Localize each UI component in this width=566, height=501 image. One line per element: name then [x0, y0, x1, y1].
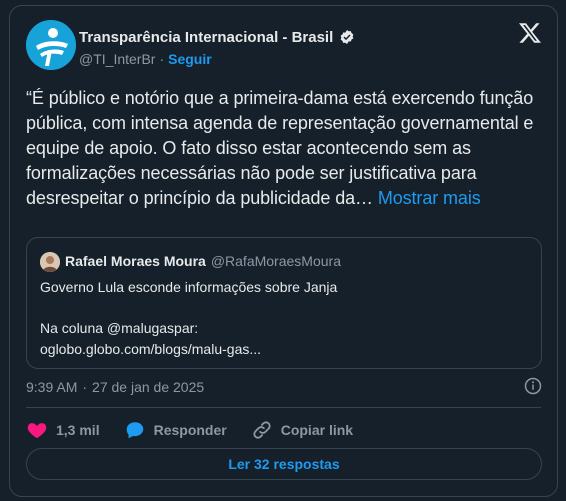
author-handle[interactable]: @TI_InterBr — [79, 51, 155, 67]
like-button[interactable]: 1,3 mil — [26, 419, 100, 441]
embedded-tweet-card[interactable]: Transparência Internacional - Brasil @TI… — [9, 5, 558, 497]
quoted-text-line: Governo Lula esconde informações sobre J… — [40, 279, 338, 295]
tweet-date: 27 de jan de 2025 — [92, 379, 205, 395]
timestamp[interactable]: 9:39 AM · 27 de jan de 2025 — [26, 379, 204, 395]
quoted-link[interactable]: oglobo.globo.com/blogs/malu-gas... — [40, 341, 261, 357]
author-block: Transparência Internacional - Brasil @TI… — [79, 27, 355, 67]
quoted-author-handle: @RafaMoraesMoura — [210, 253, 341, 269]
quoted-text-line: Na coluna @malugaspar: — [40, 320, 199, 336]
reply-label: Responder — [153, 422, 227, 438]
separator-dot: · — [159, 51, 165, 67]
tweet-time: 9:39 AM — [26, 379, 78, 395]
action-bar: 1,3 mil Responder Copiar link — [26, 418, 377, 442]
copy-link-button[interactable]: Copiar link — [251, 419, 353, 441]
reply-button[interactable]: Responder — [124, 419, 227, 441]
link-icon — [253, 421, 271, 439]
tweet-text-block: “É público e notório que a primeira-dama… — [26, 86, 546, 211]
x-logo-icon[interactable] — [518, 21, 542, 45]
quoted-tweet[interactable]: Rafael Moraes Moura @RafaMoraesMoura Gov… — [26, 237, 542, 369]
copy-link-label: Copiar link — [280, 422, 354, 438]
verified-badge-icon — [340, 30, 354, 44]
separator-dot: · — [82, 379, 88, 395]
show-more-link[interactable]: Mostrar mais — [378, 188, 481, 208]
read-replies-button[interactable]: Ler 32 respostas — [26, 448, 542, 480]
quoted-author-name: Rafael Moraes Moura — [65, 253, 206, 269]
reply-bubble-icon — [126, 422, 143, 439]
quoted-author-avatar — [40, 252, 60, 272]
divider — [26, 407, 541, 408]
author-avatar[interactable] — [26, 20, 76, 70]
like-count: 1,3 mil — [56, 422, 100, 438]
info-icon[interactable] — [524, 377, 542, 395]
person-avatar-icon — [40, 252, 60, 272]
heart-icon — [27, 423, 47, 439]
follow-button[interactable]: Seguir — [168, 51, 212, 67]
transparency-logo-icon — [26, 20, 76, 70]
author-name[interactable]: Transparência Internacional - Brasil — [79, 29, 333, 46]
quoted-author-row: Rafael Moraes Moura @RafaMoraesMoura — [65, 253, 341, 269]
